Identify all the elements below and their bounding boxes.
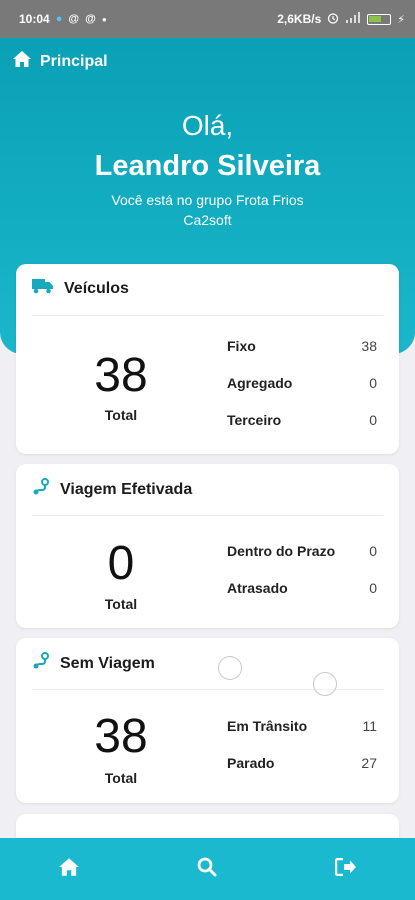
home-icon	[58, 857, 80, 882]
no-trip-card-title: Sem Viagem	[60, 654, 155, 672]
home-icon	[12, 50, 32, 73]
company-name: Ca2soft	[183, 212, 232, 228]
status-time: 10:04	[19, 12, 50, 26]
at-icon: @	[68, 13, 80, 25]
row-label: Parado	[227, 755, 275, 771]
row-label: Dentro do Prazo	[227, 543, 336, 559]
nav-home-button[interactable]	[39, 844, 99, 894]
route-icon	[32, 652, 50, 675]
completed-trips-card-title: Viagem Efetivada	[60, 480, 193, 498]
completed-trips-card-header: Viagem Efetivada	[32, 478, 192, 501]
group-text: Você está no grupo Frota Frios	[111, 192, 304, 208]
vehicles-card-title: Veículos	[64, 279, 129, 297]
row-label: Agregado	[227, 375, 293, 391]
signal-icon	[345, 11, 361, 27]
nav-logout-button[interactable]	[316, 844, 376, 894]
row-label: Fixo	[227, 338, 256, 354]
no-trip-card-header: Sem Viagem	[32, 652, 155, 675]
greeting: Olá,	[181, 110, 234, 141]
bottom-nav	[0, 838, 415, 900]
battery-icon	[367, 13, 392, 25]
completed-trips-row-on-time: Dentro do Prazo 0	[227, 543, 377, 559]
vehicles-row-fixo: Fixo 38	[227, 338, 377, 354]
vehicles-row-terceiro: Terceiro 0	[227, 412, 377, 428]
no-trip-total-value: 38	[94, 710, 148, 763]
completed-trips-row-late: Atrasado 0	[227, 580, 377, 596]
row-value: 27	[361, 755, 377, 771]
vehicles-total-value: 38	[94, 349, 148, 402]
route-icon	[32, 478, 50, 501]
page-title: Principal	[12, 50, 108, 73]
no-trip-row-stopped: Parado 27	[227, 755, 377, 771]
row-value: 0	[369, 412, 377, 428]
status-bar: 10:04 ● @ @ ● 2,6KB/s ⚡	[0, 0, 415, 38]
notification-dot-icon: ●	[55, 13, 63, 25]
row-value: 0	[369, 375, 377, 391]
row-value: 38	[361, 338, 377, 354]
touch-indicator	[313, 672, 337, 696]
divider	[32, 315, 383, 316]
no-trip-card[interactable]: Sem Viagem 38 Total Em Trânsito 11 Parad…	[16, 638, 399, 803]
no-trip-row-in-transit: Em Trânsito 11	[227, 718, 377, 734]
network-speed: 2,6KB/s	[277, 12, 322, 26]
row-label: Em Trânsito	[227, 718, 308, 734]
alarm-icon	[327, 12, 339, 27]
completed-trips-total-value: 0	[107, 537, 135, 590]
vehicles-card-header: Veículos	[32, 278, 129, 299]
row-value: 11	[362, 718, 377, 734]
row-label: Atrasado	[227, 580, 288, 596]
no-trip-total-label: Total	[104, 770, 138, 786]
divider	[32, 515, 383, 516]
nav-search-button[interactable]	[177, 844, 237, 894]
charging-icon: ⚡	[397, 13, 405, 26]
at-icon: @	[85, 13, 96, 25]
vehicles-row-agregado: Agregado 0	[227, 375, 377, 391]
user-name: Leandro Silveira	[94, 150, 321, 182]
logout-icon	[334, 857, 357, 881]
completed-trips-card[interactable]: Viagem Efetivada 0 Total Dentro do Prazo…	[16, 464, 399, 628]
vehicles-total-label: Total	[104, 407, 138, 423]
row-label: Terceiro	[227, 412, 282, 428]
completed-trips-total-label: Total	[104, 596, 138, 612]
vehicles-card[interactable]: Veículos 38 Total Fixo 38 Agregado 0 Ter…	[16, 264, 399, 454]
dot-icon: ●	[101, 14, 107, 24]
row-value: 0	[369, 580, 377, 596]
page-title-text: Principal	[40, 52, 108, 70]
row-value: 0	[369, 543, 377, 559]
truck-icon	[32, 278, 54, 299]
search-icon	[197, 857, 217, 882]
touch-indicator	[218, 656, 242, 680]
